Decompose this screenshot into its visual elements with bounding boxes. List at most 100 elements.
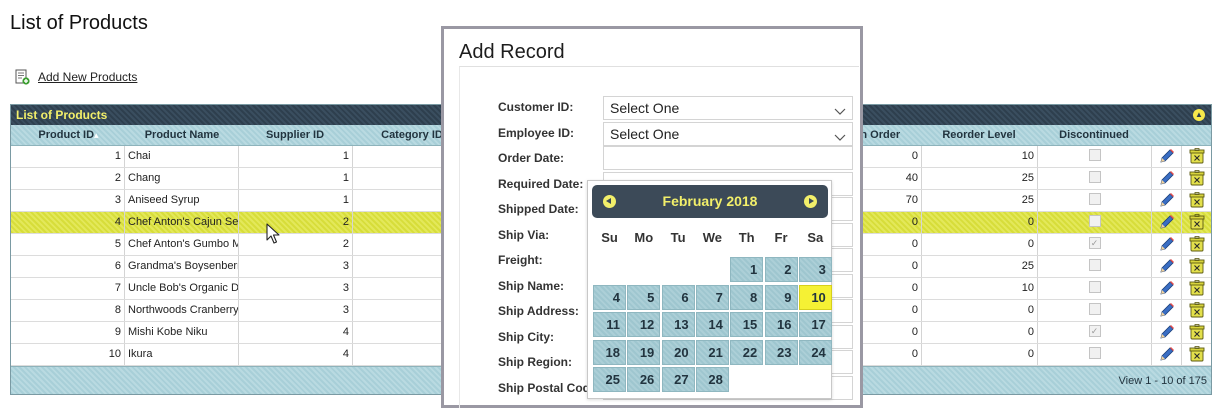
- calendar-day[interactable]: 10: [798, 284, 832, 310]
- column-header-product-name[interactable]: Product Name: [126, 125, 238, 146]
- delete-trash-icon[interactable]: [1188, 257, 1206, 275]
- delete-trash-icon[interactable]: [1188, 147, 1206, 165]
- cell-delete: [1182, 234, 1211, 255]
- calendar-day[interactable]: 14: [695, 312, 729, 337]
- calendar-day[interactable]: 21: [695, 339, 729, 365]
- calendar-day[interactable]: 7: [695, 284, 729, 310]
- edit-pencil-icon[interactable]: [1158, 279, 1176, 297]
- column-header-supplier-id[interactable]: Supplier ID: [238, 125, 352, 146]
- cell-delete: [1182, 168, 1211, 189]
- grid-caption-title: List of Products: [16, 108, 108, 122]
- calendar-day[interactable]: 8: [730, 284, 764, 310]
- cell-reorder-level: 25: [922, 256, 1038, 277]
- discontinued-checkbox[interactable]: [1088, 347, 1101, 360]
- add-new-products-link[interactable]: Add New Products: [14, 69, 137, 85]
- next-month-icon[interactable]: [804, 195, 817, 208]
- calendar-day[interactable]: 13: [661, 312, 695, 337]
- label-required-date: Required Date:: [498, 176, 584, 191]
- calendar-day[interactable]: 2: [764, 257, 798, 282]
- sort-asc-icon: ▴: [94, 130, 99, 140]
- add-record-icon: [15, 69, 30, 85]
- add-new-products-label: Add New Products: [38, 70, 138, 84]
- calendar-day[interactable]: 4: [593, 284, 626, 310]
- calendar-day[interactable]: 3: [798, 257, 832, 282]
- cell-discontinued: [1038, 344, 1152, 365]
- calendar-day[interactable]: 22: [730, 339, 764, 365]
- cell-delete: [1182, 256, 1211, 277]
- edit-pencil-icon[interactable]: [1158, 169, 1176, 187]
- discontinued-checkbox[interactable]: ✓: [1088, 237, 1101, 250]
- cell-product-id: 2: [11, 168, 125, 189]
- delete-trash-icon[interactable]: [1188, 345, 1206, 363]
- discontinued-checkbox[interactable]: ✓: [1088, 325, 1101, 338]
- calendar-day[interactable]: 16: [764, 312, 798, 337]
- cell-product-id: 8: [11, 300, 125, 321]
- cell-product-name: Chef Anton's Gumbo M: [125, 234, 239, 255]
- calendar-day[interactable]: 9: [764, 284, 798, 310]
- calendar-day[interactable]: 6: [661, 284, 695, 310]
- cell-discontinued: [1038, 190, 1152, 211]
- calendar-day[interactable]: 24: [798, 339, 832, 365]
- calendar-day[interactable]: 20: [661, 339, 695, 365]
- delete-trash-icon[interactable]: [1188, 235, 1206, 253]
- delete-trash-icon[interactable]: [1188, 279, 1206, 297]
- calendar-day[interactable]: 28: [695, 367, 729, 392]
- discontinued-checkbox[interactable]: [1088, 215, 1101, 228]
- label-ship-address: Ship Address:: [498, 304, 579, 318]
- column-header-reorder-level[interactable]: Reorder Level: [921, 125, 1037, 146]
- cell-reorder-level: 10: [922, 146, 1038, 167]
- collapse-grid-icon[interactable]: ▲: [1193, 109, 1205, 121]
- edit-pencil-icon[interactable]: [1158, 345, 1176, 363]
- discontinued-checkbox[interactable]: [1088, 149, 1101, 162]
- delete-trash-icon[interactable]: [1188, 323, 1206, 341]
- cell-product-name: Chang: [125, 168, 239, 189]
- edit-pencil-icon[interactable]: [1158, 257, 1176, 275]
- delete-trash-icon[interactable]: [1188, 301, 1206, 319]
- discontinued-checkbox[interactable]: [1088, 259, 1101, 272]
- edit-pencil-icon[interactable]: [1158, 147, 1176, 165]
- column-header-product-id[interactable]: Product ID▴: [11, 125, 126, 146]
- cell-discontinued: [1038, 300, 1152, 321]
- cell-product-id: 6: [11, 256, 125, 277]
- cell-supplier-id: 2: [239, 212, 353, 233]
- edit-pencil-icon[interactable]: [1158, 323, 1176, 341]
- cell-reorder-level: 25: [922, 168, 1038, 189]
- calendar-day[interactable]: 23: [764, 339, 798, 365]
- delete-trash-icon[interactable]: [1188, 191, 1206, 209]
- discontinued-checkbox[interactable]: [1088, 281, 1101, 294]
- cell-edit: [1152, 322, 1182, 343]
- customer-id-select[interactable]: Select One: [603, 96, 853, 120]
- edit-pencil-icon[interactable]: [1158, 213, 1176, 231]
- order-date-input[interactable]: [603, 146, 853, 170]
- calendar-day[interactable]: 5: [627, 284, 661, 310]
- discontinued-checkbox[interactable]: [1088, 303, 1101, 316]
- cell-delete: [1182, 300, 1211, 321]
- edit-pencil-icon[interactable]: [1158, 301, 1176, 319]
- cell-product-name: Chai: [125, 146, 239, 167]
- employee-id-select[interactable]: Select One: [603, 121, 853, 146]
- cell-reorder-level: 0: [922, 344, 1038, 365]
- calendar-day[interactable]: 15: [730, 312, 764, 337]
- discontinued-checkbox[interactable]: [1088, 193, 1101, 206]
- delete-trash-icon[interactable]: [1188, 213, 1206, 231]
- cell-product-name: Uncle Bob's Organic D: [125, 278, 239, 299]
- delete-trash-icon[interactable]: [1188, 169, 1206, 187]
- calendar-day[interactable]: 11: [593, 312, 626, 337]
- calendar-day[interactable]: 1: [730, 257, 764, 282]
- cell-reorder-level: 0: [922, 322, 1038, 343]
- calendar-day[interactable]: 18: [593, 339, 626, 365]
- calendar-day[interactable]: 25: [593, 367, 626, 392]
- calendar-day[interactable]: 17: [798, 312, 832, 337]
- calendar-day[interactable]: 19: [627, 339, 661, 365]
- calendar-day[interactable]: 26: [627, 367, 661, 392]
- column-header-discontinued[interactable]: Discontinued: [1037, 125, 1151, 146]
- cell-supplier-id: 3: [239, 278, 353, 299]
- cell-supplier-id: 3: [239, 256, 353, 277]
- edit-pencil-icon[interactable]: [1158, 191, 1176, 209]
- calendar-day[interactable]: 27: [661, 367, 695, 392]
- edit-pencil-icon[interactable]: [1158, 235, 1176, 253]
- mouse-pointer-icon: [266, 223, 280, 244]
- discontinued-checkbox[interactable]: [1088, 171, 1101, 184]
- cell-delete: [1182, 212, 1211, 233]
- calendar-day[interactable]: 12: [627, 312, 661, 337]
